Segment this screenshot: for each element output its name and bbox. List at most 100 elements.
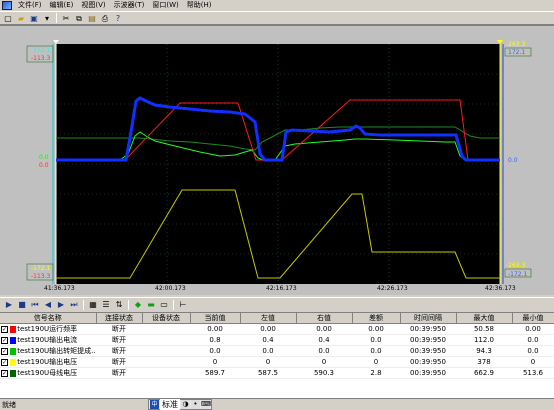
ime-punct-icon[interactable]: •	[191, 400, 200, 409]
col-conn-status[interactable]: 连接状态	[96, 313, 143, 324]
ime-logo-icon[interactable]: 中	[150, 400, 159, 409]
status-text: 就绪	[2, 400, 16, 409]
ime-toolbar[interactable]: 中 标准 ◑ • ⌨	[148, 399, 212, 410]
col-min[interactable]: 最小值	[512, 313, 554, 324]
grid-icon[interactable]: ▦	[87, 299, 99, 310]
signal-checkbox[interactable]: ✓	[1, 347, 8, 355]
min-value: 513.6	[512, 367, 554, 379]
color-swatch[interactable]	[10, 347, 17, 355]
left-label-mid-green: 0.0	[39, 154, 49, 161]
next-icon[interactable]: ▶	[55, 299, 67, 310]
signal-checkbox[interactable]: ✓	[1, 358, 8, 366]
left-value: 587.5	[240, 367, 296, 379]
help-icon[interactable]: ?	[112, 13, 124, 24]
signal-name-cell: ✓ test190U输出电压	[0, 356, 96, 368]
last-icon[interactable]: ⏭	[68, 299, 80, 310]
copy-icon[interactable]: ⧉	[73, 13, 85, 24]
signal-checkbox[interactable]: ✓	[1, 369, 8, 377]
current-value: 0.0	[190, 345, 240, 357]
signal-checkbox[interactable]: ✓	[1, 336, 8, 344]
color-swatch[interactable]	[10, 325, 17, 333]
max-value: 662.9	[456, 367, 512, 379]
left-label-top-cyan: 172.1	[33, 47, 50, 54]
first-icon[interactable]: ⏮	[29, 299, 41, 310]
list-icon[interactable]: ☰	[100, 299, 112, 310]
device-status	[142, 323, 190, 335]
menu-oscilloscope[interactable]: 示波器(T)	[110, 0, 149, 11]
stop-icon[interactable]: ■	[16, 299, 28, 310]
col-left-value[interactable]: 左值	[240, 313, 297, 324]
table-row[interactable]: ✓ test190U母线电压 断开 589.7 587.5 590.3 2.8 …	[0, 367, 554, 379]
new-icon[interactable]: ▢	[2, 13, 14, 24]
col-interval[interactable]: 时间间隔	[400, 313, 457, 324]
x-tick-2: 42:16.173	[266, 285, 297, 292]
conn-status: 断开	[96, 323, 142, 335]
settings-icon[interactable]: ⊢	[177, 299, 189, 310]
dropdown-icon[interactable]: ▾	[41, 13, 53, 24]
max-value: 94.3	[456, 345, 512, 357]
max-value: 112.0	[456, 334, 512, 346]
min-value: 0.00	[512, 323, 554, 335]
min-value: 0.0	[512, 334, 554, 346]
right-label-bot-yellow: -263.3	[506, 262, 526, 269]
print-icon[interactable]: ⎙	[99, 13, 111, 24]
ime-keyboard-icon[interactable]: ⌨	[201, 400, 211, 409]
right-label-top-yellow: -263.3	[506, 41, 526, 48]
max-value: 378	[456, 356, 512, 368]
signal-name: test190U输出电流	[17, 336, 78, 344]
max-value: 50.58	[456, 323, 512, 335]
status-bar: 就绪 中 标准 ◑ • ⌨	[0, 398, 554, 410]
ime-moon-icon[interactable]: ◑	[181, 400, 190, 409]
signal-checkbox[interactable]: ✓	[1, 325, 8, 333]
ime-mode-label[interactable]: 标准	[160, 399, 180, 410]
menu-help[interactable]: 帮助(H)	[183, 0, 216, 11]
right-value: 0.00	[296, 323, 352, 335]
play-icon[interactable]: ▶	[3, 299, 15, 310]
col-device-status[interactable]: 设备状态	[142, 313, 191, 324]
save-icon[interactable]: ▣	[28, 13, 40, 24]
menu-window[interactable]: 窗口(W)	[148, 0, 182, 11]
col-signal-name[interactable]: 信号名称	[0, 313, 97, 324]
signal-name: test190U运行频率	[17, 325, 78, 333]
remove-icon[interactable]: ▬	[145, 299, 157, 310]
app-icon	[2, 1, 12, 10]
table-row[interactable]: ✓ test190U运行频率 断开 0.00 0.00 0.00 0.00 00…	[0, 323, 554, 335]
color-swatch[interactable]	[10, 336, 17, 344]
oscilloscope-plot[interactable]: 172.1 -113.3 0.0 0.0 -172.1 -113.3 -263.…	[0, 26, 554, 294]
prev-icon[interactable]: ◀	[42, 299, 54, 310]
diff-value: 2.8	[352, 367, 400, 379]
fit-icon[interactable]: ⇅	[113, 299, 125, 310]
x-tick-0: 41:36.173	[44, 285, 75, 292]
col-diff[interactable]: 差额	[352, 313, 401, 324]
table-header: 信号名称 连接状态 设备状态 当前值 左值 右值 差额 时间间隔 最大值 最小值	[0, 313, 554, 324]
menu-edit[interactable]: 编辑(E)	[46, 0, 78, 11]
left-value: 0.0	[240, 345, 296, 357]
menu-file[interactable]: 文件(F)	[14, 0, 46, 11]
conn-status: 断开	[96, 367, 142, 379]
select-icon[interactable]: ▭	[158, 299, 170, 310]
col-current-value[interactable]: 当前值	[190, 313, 241, 324]
menu-view[interactable]: 视图(V)	[77, 0, 109, 11]
left-label-top-red: -113.3	[31, 55, 51, 62]
x-tick-1: 42:00.173	[155, 285, 186, 292]
color-swatch[interactable]	[10, 369, 17, 377]
open-icon[interactable]: ▰	[15, 13, 27, 24]
color-swatch[interactable]	[10, 358, 17, 366]
interval-value: 00:39:950	[400, 345, 456, 357]
left-value: 0.00	[240, 323, 296, 335]
interval-value: 00:39:950	[400, 334, 456, 346]
add-icon[interactable]: ◆	[132, 299, 144, 310]
conn-status: 断开	[96, 345, 142, 357]
device-status	[142, 367, 190, 379]
signal-name: test190U输出电压	[17, 358, 78, 366]
col-max[interactable]: 最大值	[456, 313, 513, 324]
col-right-value[interactable]: 右值	[296, 313, 353, 324]
table-row[interactable]: ✓ test190U输出电压 断开 0 0 0 0 00:39:950 378 …	[0, 356, 554, 368]
current-value: 0	[190, 356, 240, 368]
table-row[interactable]: ✓ test190U输出电流 断开 0.8 0.4 0.4 0.0 00:39:…	[0, 334, 554, 346]
table-row[interactable]: ✓ test190U输出转矩提成... 断开 0.0 0.0 0.0 0.0 0…	[0, 345, 554, 357]
right-value: 590.3	[296, 367, 352, 379]
cut-icon[interactable]: ✂	[60, 13, 72, 24]
paste-icon[interactable]: ▤	[86, 13, 98, 24]
ctrl-separator-3	[173, 299, 174, 310]
